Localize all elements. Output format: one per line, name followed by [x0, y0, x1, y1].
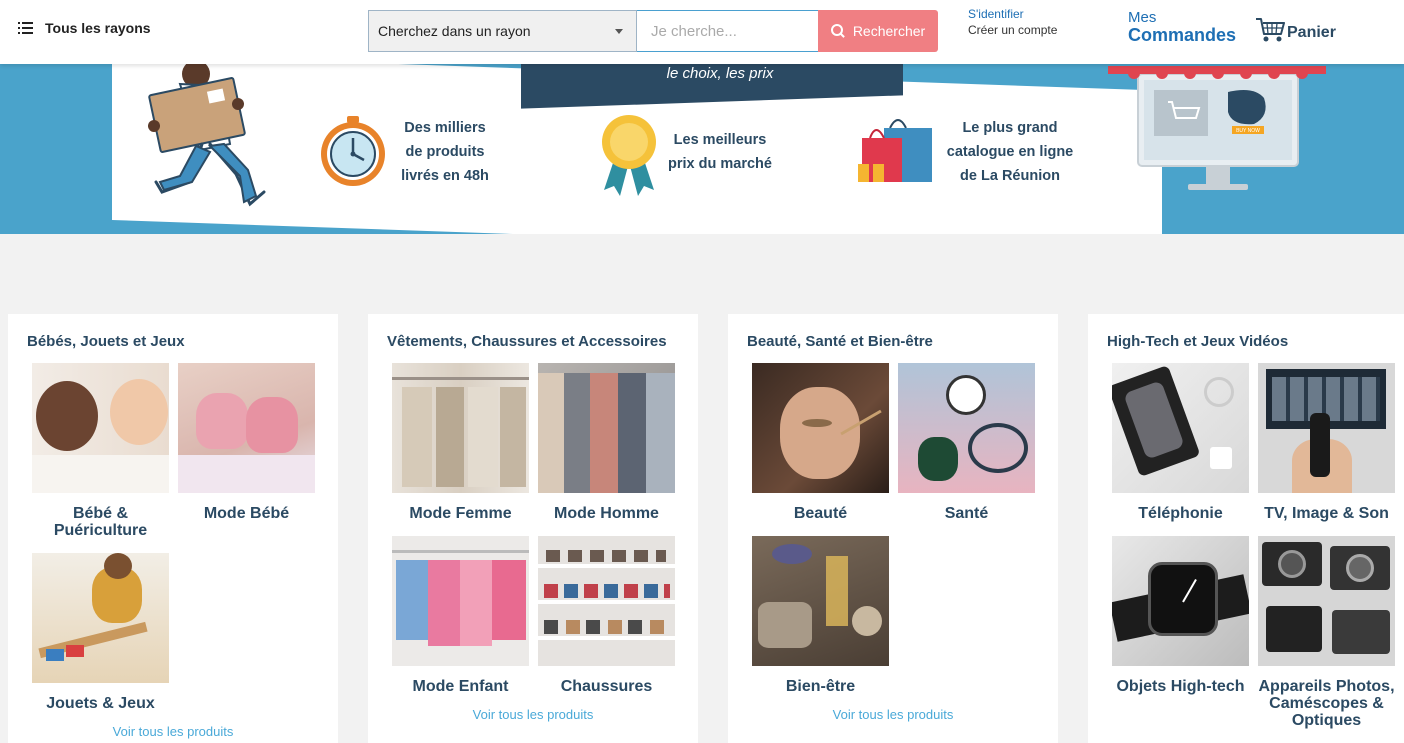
category-title[interactable]: Vêtements, Chaussures et Accessoires [387, 333, 667, 350]
subcategory-label: Téléphonie [1138, 505, 1223, 522]
subcategory-tile[interactable]: Mode Femme [392, 363, 529, 522]
orders-label-line2: Commandes [1128, 25, 1237, 45]
category-card-beauty: Beauté, Santé et Bien-être Beauté Santé … [728, 314, 1058, 743]
subcategory-label: Bien-être [785, 678, 856, 695]
see-all-products-link[interactable]: Voir tous les produits [8, 724, 338, 739]
top-header: Tous les rayons Cherchez dans un rayon R… [0, 0, 1404, 64]
subcategory-label: Mode Enfant [412, 678, 509, 695]
smartwatch-photo [1112, 536, 1249, 666]
category-title[interactable]: Beauté, Santé et Bien-être [747, 333, 933, 350]
subcategory-label: Chaussures [560, 678, 653, 695]
babies-photo [32, 363, 169, 493]
subcategory-tile[interactable]: Jouets & Jeux [32, 553, 169, 712]
subcategory-label: Santé [944, 505, 989, 522]
list-menu-icon [18, 22, 33, 34]
subcategory-tile[interactable]: Bien-être [752, 536, 889, 695]
subcategory-label: Jouets & Jeux [46, 695, 155, 712]
feature-prices-text: Les meilleurs prix du marché [668, 132, 772, 172]
toy-train-photo [32, 553, 169, 683]
login-link[interactable]: S'identifier [968, 7, 1024, 21]
search-button-label: Rechercher [852, 23, 926, 39]
feature-catalogue-text: Le plus grand catalogue en ligne de La R… [946, 120, 1074, 184]
subcategory-tile[interactable]: Objets High-tech [1112, 536, 1249, 695]
shopping-bags-icon [858, 119, 932, 182]
promo-banner: le choix, les prix Des milliers de produ… [0, 64, 1404, 234]
stopwatch-icon [321, 116, 385, 186]
makeup-photo [752, 363, 889, 493]
men-shirts-photo [538, 363, 675, 493]
feature-delivery-text: Des milliers de produits livrés en 48h [401, 120, 489, 184]
subcategory-tile[interactable]: Mode Homme [538, 363, 675, 522]
search-button[interactable]: Rechercher [818, 10, 938, 52]
see-all-products-link[interactable]: Voir tous les produits [728, 707, 1058, 722]
subcategory-label: Mode Bébé [203, 505, 290, 522]
delivery-man-illustration [148, 64, 266, 207]
baby-shoes-photo [178, 363, 315, 493]
shoes-rack-photo [538, 536, 675, 666]
subcategory-label: Mode Homme [554, 505, 659, 522]
shop-computer-illustration: BUY NOW [1108, 66, 1326, 190]
category-card-clothing: Vêtements, Chaussures et Accessoires Mod… [368, 314, 698, 743]
department-select-value: Cherchez dans un rayon [378, 23, 531, 39]
department-select[interactable]: Cherchez dans un rayon [368, 10, 637, 52]
search-icon [830, 24, 845, 38]
subcategory-tile[interactable]: Mode Enfant [392, 536, 529, 695]
subcategory-label: Objets High-tech [1116, 678, 1245, 695]
kids-clothes-photo [392, 536, 529, 666]
subcategory-label: Beauté [793, 505, 848, 522]
cart-link[interactable]: Panier [1255, 16, 1336, 44]
category-title[interactable]: High-Tech et Jeux Vidéos [1107, 333, 1288, 350]
shopping-cart-icon [1256, 18, 1285, 42]
subcategory-tile[interactable]: Appareils Photos, Caméscopes & Optiques [1258, 536, 1395, 729]
smartphone-box-photo [1112, 363, 1249, 493]
see-all-products-link[interactable]: Voir tous les produits [368, 707, 698, 722]
caret-down-icon [615, 29, 623, 34]
my-orders-link[interactable]: Mes Commandes [1128, 10, 1236, 44]
subcategory-tile[interactable]: Santé [898, 363, 1035, 522]
all-departments-menu-button[interactable]: Tous les rayons [18, 20, 151, 36]
cameras-photo [1258, 536, 1395, 666]
all-departments-label: Tous les rayons [45, 20, 151, 36]
subcategory-label: Bébé & Puériculture [53, 505, 148, 539]
category-card-babies: Bébés, Jouets et Jeux Bébé & Puéricultur… [8, 314, 338, 743]
subcategory-tile[interactable]: Chaussures [538, 536, 675, 695]
subcategory-tile[interactable]: TV, Image & Son [1258, 363, 1395, 522]
category-title[interactable]: Bébés, Jouets et Jeux [27, 333, 185, 350]
essential-oils-photo [752, 536, 889, 666]
buy-now-badge: BUY NOW [1236, 128, 1260, 134]
cart-label: Panier [1287, 24, 1336, 41]
subcategory-tile[interactable]: Mode Bébé [178, 363, 315, 522]
medal-icon [602, 115, 656, 196]
register-link[interactable]: Créer un compte [968, 23, 1057, 37]
subcategory-label: Appareils Photos, Caméscopes & Optiques [1258, 678, 1395, 729]
women-clothes-photo [392, 363, 529, 493]
banner-tagline: le choix, les prix [666, 65, 774, 82]
orders-label-line1: Mes [1128, 9, 1157, 26]
subcategory-tile[interactable]: Bébé & Puériculture [32, 363, 169, 539]
subcategory-label: TV, Image & Son [1264, 505, 1389, 522]
stethoscope-photo [898, 363, 1035, 493]
tv-remote-photo [1258, 363, 1395, 493]
subcategory-label: Mode Femme [409, 505, 512, 522]
category-card-hightech: High-Tech et Jeux Vidéos Téléphonie TV, … [1088, 314, 1404, 743]
subcategory-tile[interactable]: Beauté [752, 363, 889, 522]
search-input[interactable] [637, 10, 819, 52]
subcategory-tile[interactable]: Téléphonie [1112, 363, 1249, 522]
